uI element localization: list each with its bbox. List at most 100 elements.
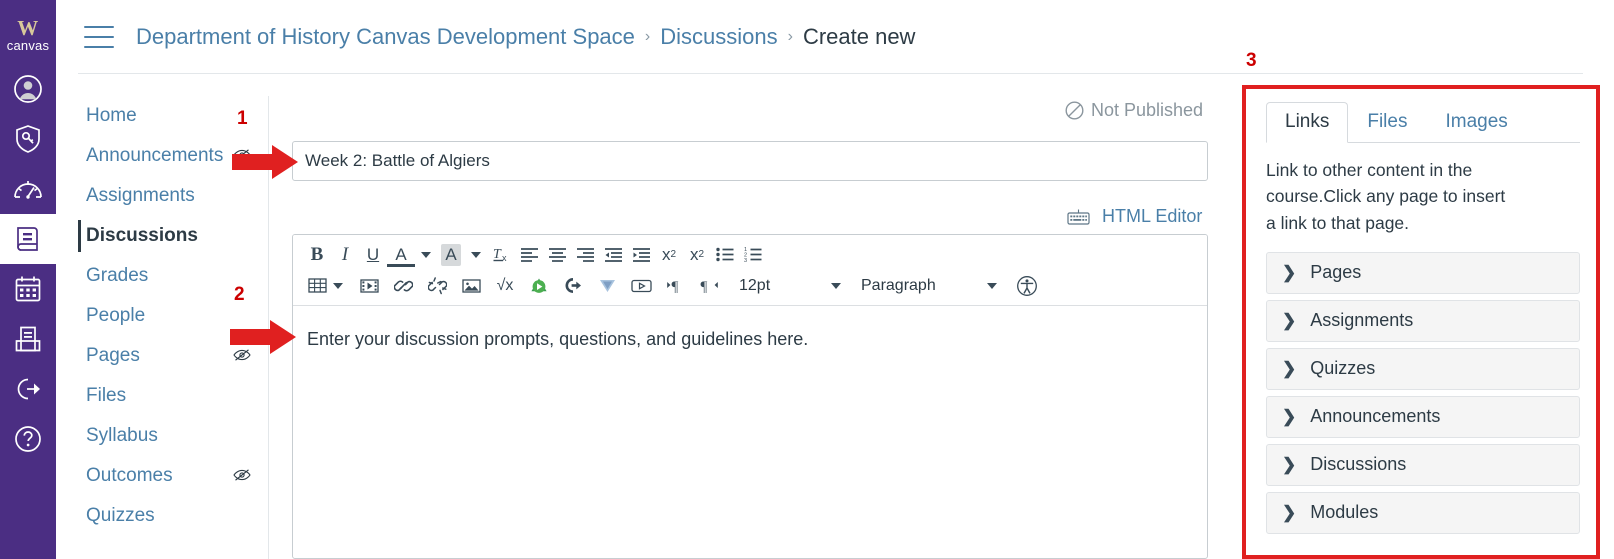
course-nav-label: Assignments	[86, 185, 195, 206]
accordion-item-pages[interactable]: ❯ Pages	[1266, 251, 1580, 294]
chevron-right-icon: ❯	[1282, 359, 1297, 379]
accordion-item-discussions[interactable]: ❯ Discussions	[1266, 443, 1580, 486]
bulleted-list-button[interactable]	[711, 241, 739, 269]
course-nav-item-syllabus[interactable]: Syllabus	[78, 416, 268, 456]
accordion-item-assignments[interactable]: ❯ Assignments	[1266, 299, 1580, 342]
courses-book-icon	[15, 225, 41, 253]
global-nav-inbox[interactable]	[0, 314, 56, 364]
italic-button[interactable]: I	[331, 241, 359, 269]
course-nav-item-discussions[interactable]: Discussions	[78, 216, 268, 256]
global-nav-account[interactable]	[0, 64, 56, 114]
global-nav-calendar[interactable]	[0, 264, 56, 314]
rtl-button[interactable]: ¶	[695, 272, 723, 300]
unlink-button[interactable]	[423, 272, 451, 300]
accordion-item-modules[interactable]: ❯ Modules	[1266, 491, 1580, 534]
background-color-button[interactable]: A	[437, 241, 465, 269]
accordion-label: Announcements	[1310, 406, 1441, 427]
youtube-button[interactable]	[627, 272, 655, 300]
superscript-button[interactable]: x2	[655, 241, 683, 269]
canvas-wordmark: canvas	[6, 37, 50, 53]
tab-images[interactable]: Images	[1426, 102, 1526, 143]
equation-button[interactable]: √x	[491, 272, 519, 300]
font-size-caret-icon[interactable]	[831, 282, 841, 289]
accordion-label: Quizzes	[1310, 358, 1376, 379]
annotation-number-3: 3	[1246, 50, 1257, 71]
global-nav-admin[interactable]	[0, 114, 56, 164]
vimeo-button[interactable]	[593, 272, 621, 300]
image-button[interactable]	[457, 272, 485, 300]
sidebar-tablist: Links Files Images	[1266, 99, 1580, 143]
course-nav-item-outcomes[interactable]: Outcomes	[78, 456, 268, 496]
tab-label: Files	[1367, 111, 1408, 132]
numbered-list-button[interactable]: 123	[739, 241, 767, 269]
publish-status-label: Not Published	[1091, 100, 1204, 120]
course-nav-item-files[interactable]: Files	[78, 376, 268, 416]
accordion-item-quizzes[interactable]: ❯ Quizzes	[1266, 347, 1580, 390]
background-color-caret-icon[interactable]	[471, 251, 481, 258]
svg-text:x: x	[502, 253, 507, 263]
global-nav-help[interactable]	[0, 414, 56, 464]
align-left-button[interactable]	[515, 241, 543, 269]
help-icon	[14, 425, 42, 453]
breadcrumb-item-discussions[interactable]: Discussions	[660, 24, 777, 50]
block-format-select[interactable]: Paragraph	[861, 272, 1003, 300]
chevron-right-icon: ❯	[1282, 407, 1297, 427]
tab-links[interactable]: Links	[1266, 102, 1349, 143]
subscript-button[interactable]: x2	[683, 241, 711, 269]
course-nav-label: Syllabus	[86, 425, 158, 446]
text-color-caret-icon[interactable]	[421, 251, 431, 258]
tab-label: Links	[1285, 111, 1330, 132]
breadcrumb-item-current: Create new	[802, 24, 916, 49]
link-button[interactable]	[389, 272, 417, 300]
html-editor-toggle[interactable]: HTML Editor	[1067, 206, 1202, 227]
block-format-caret-icon[interactable]	[987, 282, 997, 289]
table-caret-icon[interactable]	[333, 282, 343, 289]
breadcrumb-separator: ›	[787, 28, 793, 45]
canvas-logo[interactable]: W canvas	[0, 0, 56, 64]
accordion-label: Assignments	[1310, 310, 1414, 331]
course-nav-label: Discussions	[86, 225, 198, 246]
svg-text:T: T	[493, 247, 502, 262]
underline-button[interactable]: U	[359, 241, 387, 269]
ltr-button[interactable]: ¶	[661, 272, 689, 300]
studio-button[interactable]	[525, 272, 553, 300]
accordion-label: Modules	[1310, 502, 1379, 523]
global-nav-dashboard[interactable]	[0, 164, 56, 214]
global-nav-courses[interactable]	[0, 214, 56, 264]
editor-body[interactable]: Enter your discussion prompts, questions…	[293, 306, 1207, 558]
not-published-icon	[1065, 101, 1084, 120]
course-nav-label: Home	[86, 105, 137, 126]
chevron-right-icon: ❯	[1282, 455, 1297, 475]
menu-hamburger-icon[interactable]	[84, 26, 114, 48]
block-format-value: Paragraph	[861, 276, 936, 294]
discussion-title-input[interactable]	[292, 141, 1208, 181]
font-size-value: 12pt	[739, 276, 771, 294]
rce-toolbar: B I U A A Tx x 2 x 2 1 2 3 √x ¶ ¶ 12pt P…	[293, 235, 1207, 306]
align-right-button[interactable]	[571, 241, 599, 269]
course-nav-label: Announcements	[86, 145, 224, 166]
keyboard-icon	[1067, 208, 1090, 225]
canvas-create-discussion-page: W canvas Department of History Canvas De…	[0, 0, 1614, 559]
course-nav-item-quizzes[interactable]: Quizzes	[78, 496, 268, 536]
external-tools-button[interactable]	[559, 272, 587, 300]
accessibility-checker-button[interactable]	[1013, 272, 1041, 300]
breadcrumb-item-course[interactable]: Department of History Canvas Development…	[136, 24, 635, 50]
tab-files[interactable]: Files	[1348, 102, 1426, 143]
accordion-item-announcements[interactable]: ❯ Announcements	[1266, 395, 1580, 438]
bold-button[interactable]: B	[303, 241, 331, 269]
align-center-button[interactable]	[543, 241, 571, 269]
header-divider-right	[1228, 73, 1583, 74]
font-size-select[interactable]: 12pt	[739, 272, 847, 300]
global-navigation: W canvas	[0, 0, 56, 559]
breadcrumb-bar: Department of History Canvas Development…	[56, 0, 1614, 74]
course-nav-label: Quizzes	[86, 505, 155, 526]
text-color-button[interactable]: A	[387, 245, 415, 267]
inbox-icon	[14, 325, 42, 353]
outdent-button[interactable]	[599, 241, 627, 269]
global-nav-logout[interactable]	[0, 364, 56, 414]
media-button[interactable]	[355, 272, 383, 300]
table-button[interactable]	[303, 272, 331, 300]
indent-button[interactable]	[627, 241, 655, 269]
clear-formatting-button[interactable]: Tx	[487, 241, 515, 269]
course-nav-label: Outcomes	[86, 465, 173, 486]
